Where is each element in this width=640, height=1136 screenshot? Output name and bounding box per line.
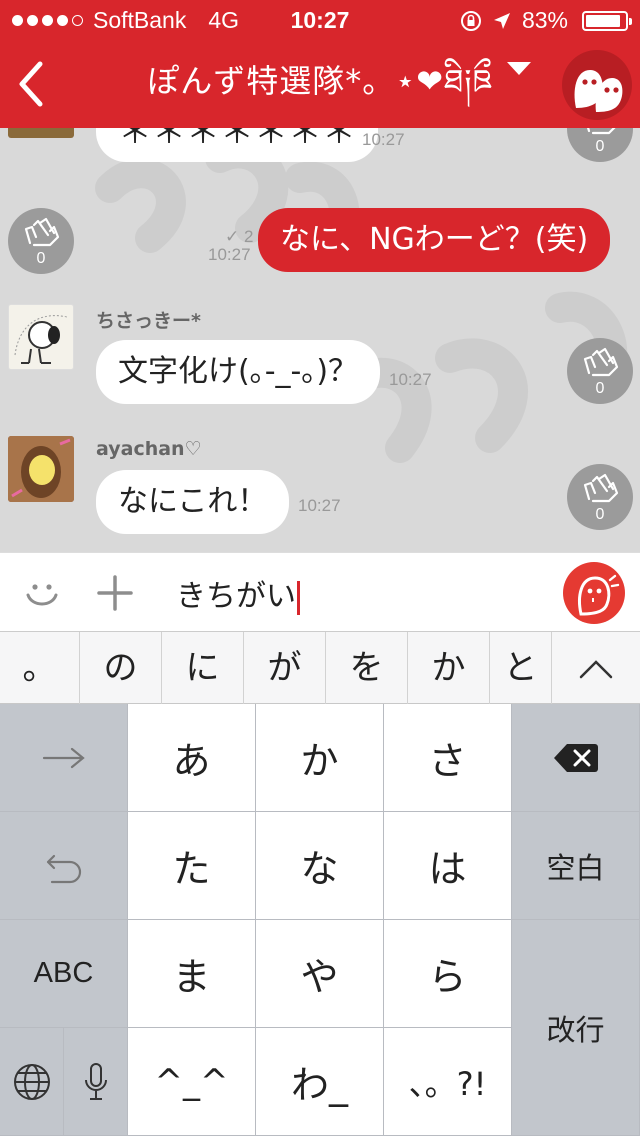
- chat-area[interactable]: ＊＊＊＊＊＊＊ 10:27 0 0 ✓ 2 10:27 なに、NGわーど？(笑)…: [0, 128, 640, 552]
- message-bubble[interactable]: なにこれ！: [96, 470, 290, 534]
- clap-count: 0: [595, 506, 605, 523]
- suggestion-candidate[interactable]: の: [80, 632, 162, 704]
- message-input-bar: きちがい: [0, 552, 640, 632]
- group-ghost-icon: [574, 70, 623, 112]
- key-ka[interactable]: か: [256, 704, 384, 812]
- rotation-lock-icon: [460, 10, 481, 31]
- suggestion-candidate[interactable]: が: [244, 632, 326, 704]
- mic-icon: [84, 1062, 107, 1100]
- collapse-chevron-icon: [579, 660, 613, 679]
- key-ta[interactable]: た: [128, 812, 256, 920]
- message-bubble[interactable]: 文字化け(｡-_-｡)？: [96, 340, 381, 404]
- key-a[interactable]: あ: [128, 704, 256, 812]
- key-sa[interactable]: さ: [384, 704, 512, 812]
- space-key[interactable]: 空白: [512, 812, 640, 920]
- key-ma[interactable]: ま: [128, 920, 256, 1028]
- key-ha[interactable]: は: [384, 812, 512, 920]
- message-input-text: きちがい: [176, 579, 296, 614]
- message-time: 10:27: [298, 496, 341, 515]
- avatar-image: [8, 436, 74, 502]
- clap-button[interactable]: 0: [567, 338, 633, 404]
- sender-name: ayachan♡: [96, 438, 202, 460]
- chat-title-area[interactable]: ぽんず特選隊*。⋆❤︎ཐི༏ཋྀ 41ウォッチ: [0, 46, 640, 163]
- expand-candidates-button[interactable]: [552, 632, 640, 704]
- clap-button[interactable]: 0: [567, 464, 633, 530]
- stamp-button[interactable]: [563, 562, 625, 624]
- suggestion-bar: 。 の に が を か と: [0, 632, 640, 704]
- page-title: ぽんず特選隊*。⋆❤︎ཐི༏ཋྀ: [147, 62, 493, 100]
- clap-count: 0: [36, 250, 46, 267]
- suggestion-candidate[interactable]: を: [326, 632, 408, 704]
- suggestion-candidate[interactable]: か: [408, 632, 490, 704]
- keyboard: あ か さ た な は 空白 ABC ま や ら 改行 ^_^ わ_ 、。?!: [0, 704, 640, 1136]
- message-bubble-mine[interactable]: なに、NGわーど？(笑): [258, 208, 611, 272]
- message-input[interactable]: きちがい: [176, 571, 300, 615]
- globe-key[interactable]: [0, 1028, 64, 1136]
- clap-button[interactable]: 0: [8, 208, 74, 274]
- delete-icon: [553, 743, 598, 772]
- smiley-icon[interactable]: [22, 573, 62, 613]
- watch-count: 41ウォッチ: [275, 143, 365, 163]
- avatar-image: [14, 315, 68, 364]
- abc-key[interactable]: ABC: [0, 920, 128, 1028]
- avatar[interactable]: [8, 304, 74, 370]
- status-bar: SoftBank 4G 10:27 83%: [0, 0, 640, 40]
- key-ra[interactable]: ら: [384, 920, 512, 1028]
- group-members-button[interactable]: [562, 50, 632, 120]
- key-next[interactable]: [0, 704, 128, 812]
- key-emoticon[interactable]: ^_^: [128, 1028, 256, 1136]
- key-wa[interactable]: わ_: [256, 1028, 384, 1136]
- suggestion-candidate[interactable]: に: [162, 632, 244, 704]
- key-na[interactable]: な: [256, 812, 384, 920]
- message-time: 10:27: [208, 245, 251, 264]
- sender-name: ちさっきー*: [96, 310, 201, 332]
- battery-icon: [582, 10, 632, 31]
- message-time: 10:27: [389, 370, 432, 389]
- return-key[interactable]: 改行: [512, 920, 640, 1136]
- clap-hands-icon: [24, 217, 60, 247]
- status-right: 83%: [460, 7, 632, 34]
- undo-icon: [46, 854, 81, 883]
- stamp-mascot-icon: [578, 574, 620, 616]
- key-ya[interactable]: や: [256, 920, 384, 1028]
- dropdown-triangle-icon[interactable]: [507, 62, 531, 76]
- key-punctuation[interactable]: 、。?!: [384, 1028, 512, 1136]
- suggestion-candidate[interactable]: と: [490, 632, 552, 704]
- clap-count: 0: [595, 380, 605, 397]
- plus-icon[interactable]: [95, 573, 135, 613]
- mic-key[interactable]: [64, 1028, 128, 1136]
- suggestion-candidate[interactable]: 。: [0, 632, 80, 704]
- clap-hands-icon: [583, 347, 619, 377]
- clap-hands-icon: [583, 473, 619, 503]
- avatar[interactable]: [8, 436, 74, 502]
- text-caret: [297, 580, 300, 615]
- battery-percent: 83%: [521, 7, 568, 33]
- app-header: SoftBank 4G 10:27 83% ぽんず特選隊*。⋆❤︎ཐི༏ཋྀ 4…: [0, 0, 640, 163]
- location-arrow-icon: [493, 12, 510, 29]
- delete-key[interactable]: [512, 704, 640, 812]
- globe-icon: [13, 1063, 50, 1100]
- read-receipt: ✓ 2: [225, 227, 254, 246]
- arrow-right-icon: [42, 747, 85, 768]
- key-undo[interactable]: [0, 812, 128, 920]
